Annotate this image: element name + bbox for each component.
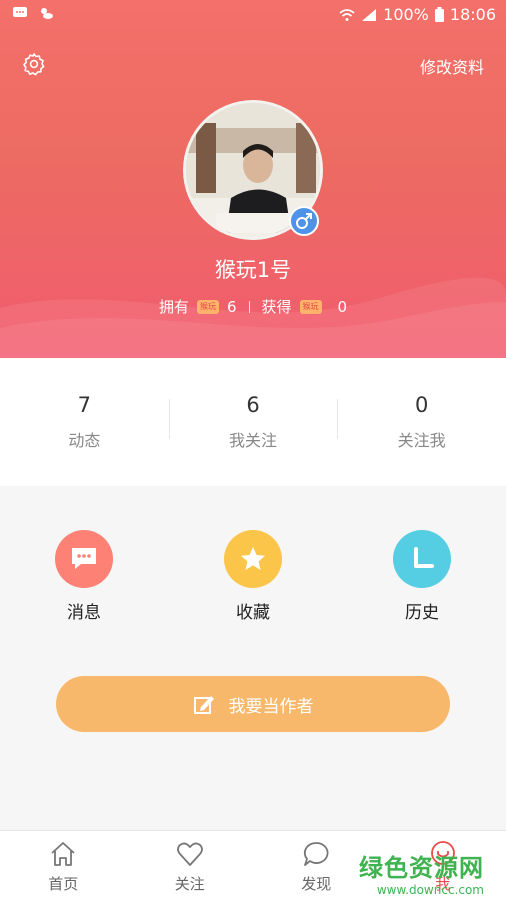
become-author-button[interactable]: 我要当作者	[56, 676, 450, 732]
settings-button[interactable]	[22, 52, 46, 76]
chat-bubble-icon	[304, 842, 329, 866]
count-label: 关注我	[397, 431, 446, 450]
edit-note-icon	[193, 696, 214, 714]
action-label: 收藏	[236, 603, 270, 623]
favorites-action[interactable]: 收藏	[198, 530, 308, 623]
star-icon	[241, 547, 265, 570]
nav-following[interactable]: 关注	[127, 831, 254, 900]
nav-home[interactable]: 首页	[0, 831, 127, 900]
own-coin-tag: 猴玩	[196, 299, 219, 314]
count-following[interactable]: 6 我关注	[168, 393, 338, 451]
home-icon	[51, 842, 75, 866]
become-author-label: 我要当作者	[228, 696, 314, 717]
count-label: 动态	[68, 431, 101, 450]
male-symbol-icon	[296, 213, 312, 229]
count-number: 7	[77, 393, 92, 417]
nav-label: 首页	[48, 875, 79, 893]
history-action[interactable]: 历史	[367, 530, 477, 623]
clock-icon	[414, 547, 434, 568]
battery-percent: 100%	[383, 5, 429, 24]
clock-time: 18:06	[449, 5, 496, 24]
battery-icon	[434, 7, 444, 22]
count-label: 我关注	[229, 431, 278, 450]
gear-icon	[23, 53, 45, 76]
edit-profile-link[interactable]: 修改资料	[420, 54, 484, 78]
coin-stats: 拥有 猴玩 6 获得 猴玩 0	[0, 296, 506, 317]
earn-coin-tag: 猴玩	[299, 299, 322, 314]
quick-actions: 消息 收藏 历史	[0, 530, 506, 630]
message-icon-circle	[55, 530, 113, 588]
status-bar: 100% 18:06	[0, 0, 506, 30]
profile-header: 100% 18:06 修改资料 猴玩1号 拥有 猴玩 6 获得 猴玩 0	[0, 0, 506, 358]
message-notification-icon	[13, 7, 27, 17]
star-icon-circle	[224, 530, 282, 588]
action-label: 消息	[67, 603, 101, 623]
watermark-url: www.downcc.com	[376, 883, 484, 897]
count-number: 0	[414, 393, 429, 417]
own-label: 拥有	[158, 298, 189, 316]
watermark-text: 绿色资源网	[359, 854, 484, 882]
count-posts[interactable]: 7 动态	[0, 393, 169, 451]
earn-label: 获得	[261, 298, 292, 316]
wifi-icon	[339, 8, 355, 21]
username: 猴玩1号	[214, 258, 292, 282]
stats-divider	[248, 300, 250, 313]
count-number: 6	[246, 393, 260, 417]
earn-value: 0	[337, 297, 348, 316]
message-icon	[72, 548, 96, 569]
signal-icon	[362, 8, 377, 21]
nav-label: 发现	[301, 875, 332, 893]
messages-action[interactable]: 消息	[29, 530, 139, 623]
nav-label: 关注	[174, 875, 205, 893]
weather-icon	[41, 8, 53, 19]
male-gender-badge	[289, 206, 319, 236]
own-value: 6	[226, 297, 237, 316]
action-label: 历史	[405, 603, 439, 623]
count-followers[interactable]: 0 关注我	[337, 393, 506, 451]
avatar-container[interactable]	[183, 100, 323, 240]
clock-icon-circle	[393, 530, 451, 588]
heart-icon	[176, 842, 203, 866]
site-watermark: 绿色资源网 www.downcc.com	[359, 848, 484, 897]
counts-card: 7 动态 6 我关注 0 关注我	[0, 358, 506, 486]
